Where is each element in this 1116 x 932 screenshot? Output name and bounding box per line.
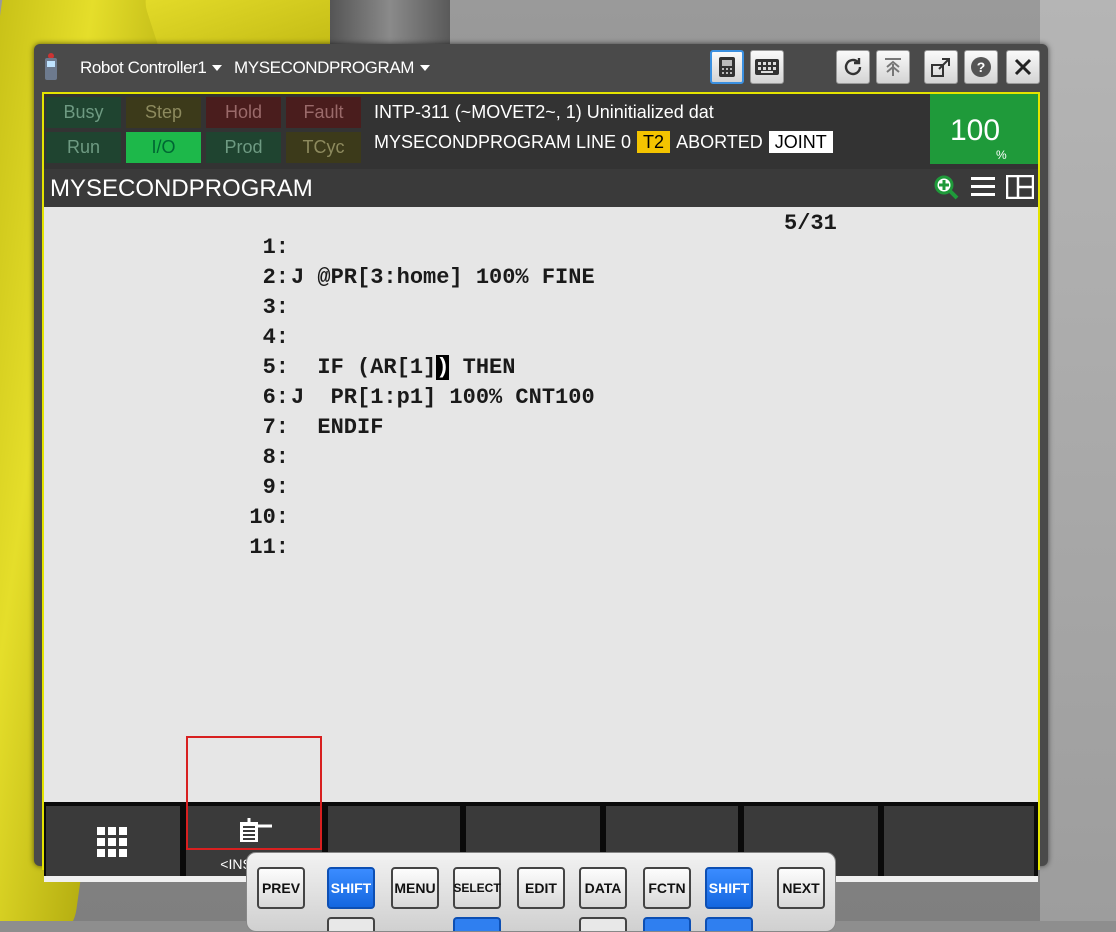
key-row2-1 xyxy=(327,917,375,931)
split-view-icon[interactable] xyxy=(1006,175,1034,199)
keyboard-button[interactable] xyxy=(750,50,784,84)
line-code: IF (AR[1]) THEN xyxy=(291,355,515,380)
key-row2-4 xyxy=(643,917,691,931)
status-message-area: INTP-311 (~MOVET2~, 1) Uninitialized dat… xyxy=(374,97,833,157)
program-line[interactable]: 6: J PR[1:p1] 100% CNT100 xyxy=(229,385,829,415)
program-line[interactable]: 11: xyxy=(229,535,829,565)
line-number: 1: xyxy=(262,235,289,260)
shift-key-left[interactable]: SHIFT xyxy=(327,867,375,909)
line-number: 11: xyxy=(249,535,289,560)
grid-icon xyxy=(97,827,127,857)
override-unit: % xyxy=(996,148,1007,162)
menu-key[interactable]: MENU xyxy=(391,867,439,909)
fctn-key[interactable]: FCTN xyxy=(643,867,691,909)
top-button[interactable] xyxy=(876,50,910,84)
line-number: 9: xyxy=(262,475,289,500)
key-row2-3 xyxy=(579,917,627,931)
controller-name: Robot Controller1 xyxy=(80,58,207,77)
line-number: 5: xyxy=(262,355,289,380)
scroll-top-icon xyxy=(885,58,901,76)
line-code-pre: IF (AR[1] xyxy=(291,355,437,380)
refresh-icon xyxy=(844,58,862,76)
line-code: ENDIF xyxy=(291,415,384,440)
help-icon: ? xyxy=(971,57,991,77)
refresh-button[interactable] xyxy=(836,50,870,84)
hardware-key-strip: PREV SHIFT MENU SELECT EDIT DATA FCTN SH… xyxy=(246,852,836,932)
program-state: ABORTED xyxy=(676,132,763,152)
program-line[interactable]: 2: J @PR[3:home] 100% FINE xyxy=(229,265,829,295)
shift-key-right[interactable]: SHIFT xyxy=(705,867,753,909)
program-line[interactable]: 4: xyxy=(229,325,829,355)
line-number: 4: xyxy=(262,325,289,350)
text-cursor: ) xyxy=(436,355,450,380)
status-fault: Fault xyxy=(286,97,361,128)
program-line[interactable]: 9: xyxy=(229,475,829,505)
highlight-box xyxy=(186,736,322,850)
external-link-button[interactable] xyxy=(924,50,958,84)
program-line[interactable]: 3: xyxy=(229,295,829,325)
fkey-grid-menu[interactable] xyxy=(46,806,180,880)
program-line-text: MYSECONDPROGRAM LINE 0 xyxy=(374,132,632,152)
key-row2-2 xyxy=(453,917,501,931)
keyboard-icon xyxy=(755,59,779,75)
pendant-titlebar: Robot Controller1 MYSECONDPROGRAM ? xyxy=(34,44,1048,92)
teach-pendant-view-button[interactable] xyxy=(710,50,744,84)
status-run: Run xyxy=(46,132,121,163)
line-number: 3: xyxy=(262,295,289,320)
status-tcyc: TCyc xyxy=(286,132,361,163)
prev-key[interactable]: PREV xyxy=(257,867,305,909)
editor-header: MYSECONDPROGRAM xyxy=(44,169,1038,207)
override-display[interactable]: 100 % xyxy=(930,94,1038,164)
svg-text:?: ? xyxy=(977,59,986,75)
coord-system-badge: JOINT xyxy=(768,131,833,153)
line-code-post: THEN xyxy=(449,355,516,380)
program-line[interactable]: 10: xyxy=(229,505,829,535)
program-name: MYSECONDPROGRAM xyxy=(234,58,415,77)
status-indicators: Busy Step Hold Fault Run I/O Prod TCyc xyxy=(44,94,366,166)
teach-pendant-icon xyxy=(44,53,58,81)
program-selector[interactable]: MYSECONDPROGRAM xyxy=(234,58,431,78)
data-key[interactable]: DATA xyxy=(579,867,627,909)
line-code: J PR[1:p1] 100% CNT100 xyxy=(291,385,595,410)
editor-title: MYSECONDPROGRAM xyxy=(50,175,313,202)
fkey-7[interactable] xyxy=(884,806,1034,880)
zoom-in-icon[interactable] xyxy=(932,173,960,201)
override-value: 100 xyxy=(950,114,1001,147)
select-key[interactable]: SELECT xyxy=(453,867,501,909)
external-link-icon xyxy=(931,58,950,77)
line-number: 8: xyxy=(262,445,289,470)
controller-selector[interactable]: Robot Controller1 xyxy=(80,58,223,78)
program-line[interactable]: 7: ENDIF xyxy=(229,415,829,445)
program-editor[interactable]: 5/31 1: 2: J @PR[3:home] 100% FINE 3: 4: 5: I… xyxy=(44,207,1038,807)
status-busy: Busy xyxy=(46,97,121,128)
line-number: 10: xyxy=(249,505,289,530)
program-line[interactable]: 1: xyxy=(229,235,829,265)
next-key[interactable]: NEXT xyxy=(777,867,825,909)
key-row2-5 xyxy=(705,917,753,931)
close-icon xyxy=(1014,58,1032,76)
status-io: I/O xyxy=(126,132,201,163)
pendant-icon xyxy=(719,57,735,77)
alarm-message: INTP-311 (~MOVET2~, 1) Uninitialized dat xyxy=(374,102,714,122)
program-line[interactable]: 8: xyxy=(229,445,829,475)
status-prod: Prod xyxy=(206,132,281,163)
program-line[interactable]: 5: IF (AR[1]) THEN xyxy=(229,355,829,385)
menu-icon[interactable] xyxy=(970,175,996,199)
help-button[interactable]: ? xyxy=(964,50,998,84)
mode-badge: T2 xyxy=(637,131,671,153)
chevron-down-icon xyxy=(420,65,431,71)
close-button[interactable] xyxy=(1006,50,1040,84)
line-number: 2: xyxy=(262,265,289,290)
line-code: J @PR[3:home] 100% FINE xyxy=(291,265,595,290)
line-number: 7: xyxy=(262,415,289,440)
status-step: Step xyxy=(126,97,201,128)
status-hold: Hold xyxy=(206,97,281,128)
edit-key[interactable]: EDIT xyxy=(517,867,565,909)
line-number: 6: xyxy=(262,385,289,410)
chevron-down-icon xyxy=(212,65,223,71)
line-counter: 5/31 xyxy=(784,211,837,236)
